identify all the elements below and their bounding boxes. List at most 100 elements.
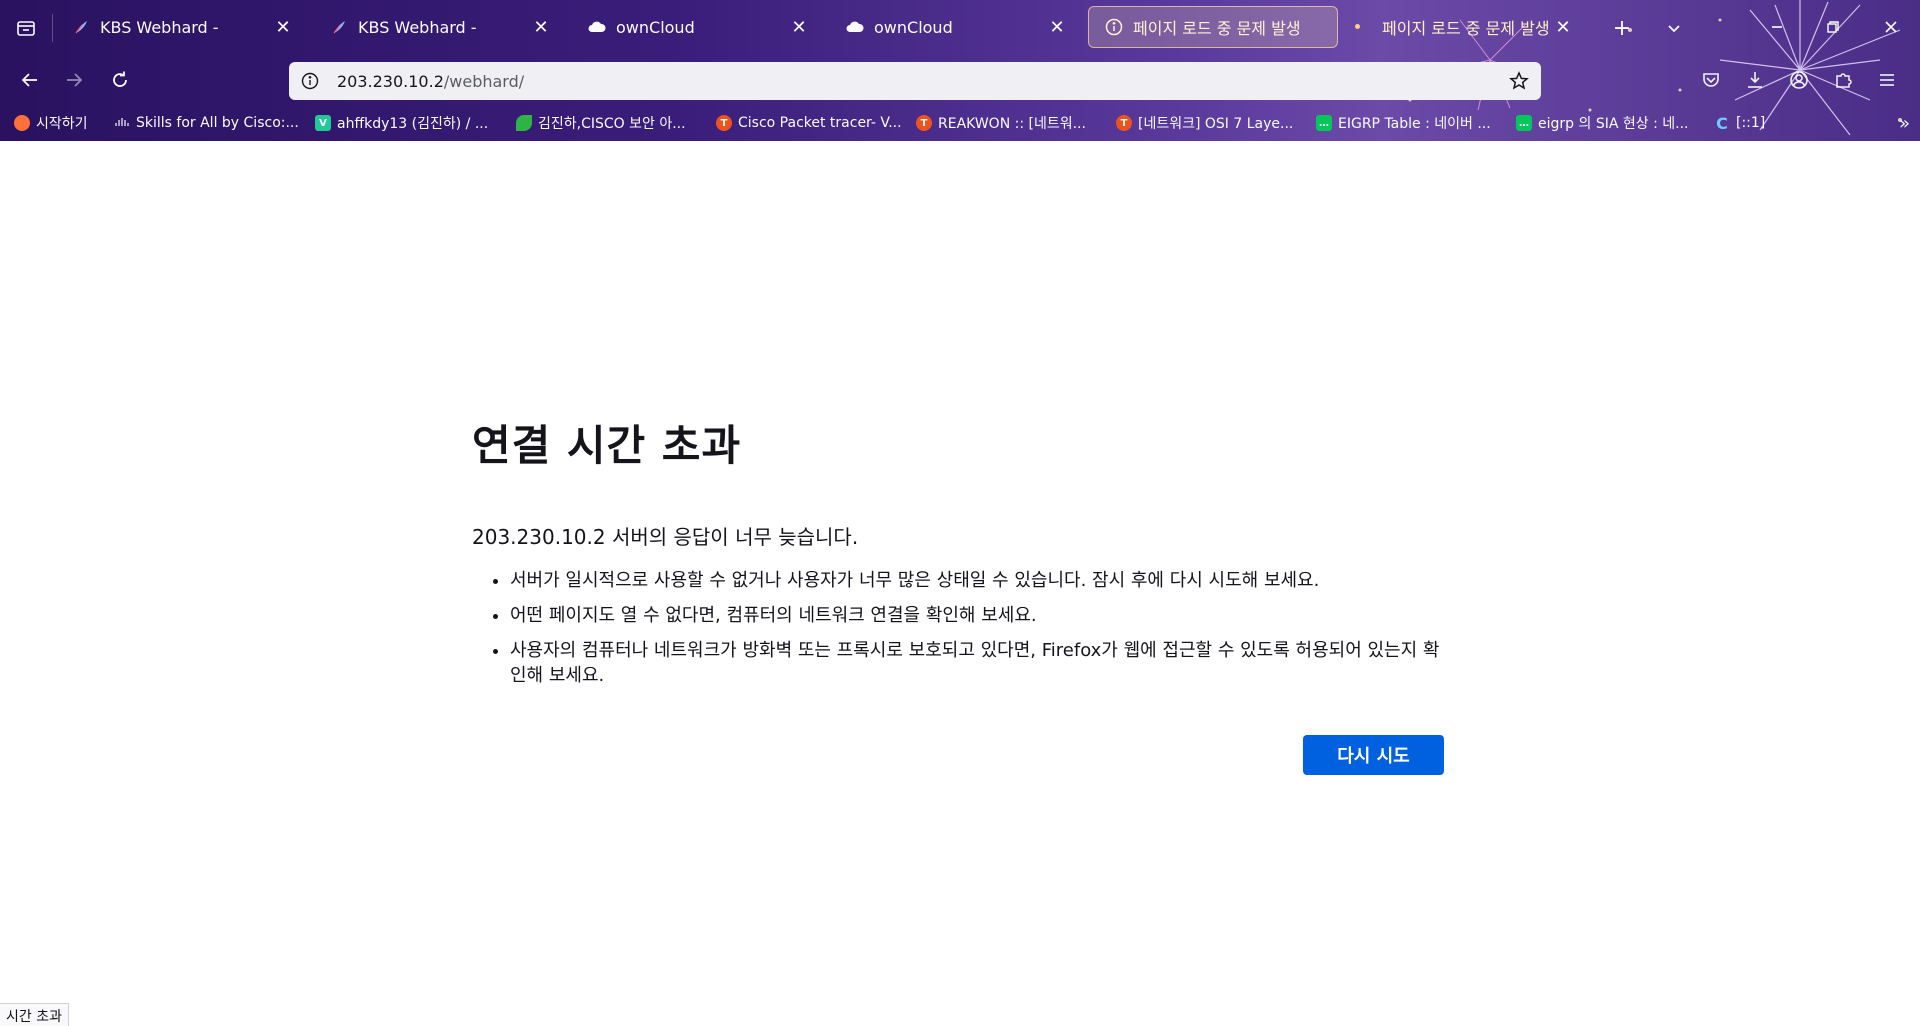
- back-button[interactable]: [14, 64, 46, 96]
- arrow-right-icon: [67, 73, 83, 87]
- puzzle-icon: [1836, 73, 1852, 88]
- url-bar[interactable]: 203.230.10.2/webhard/: [289, 62, 1541, 100]
- url-path: /webhard/: [443, 71, 525, 91]
- feather-icon: [330, 18, 348, 36]
- restore-icon: [1827, 21, 1839, 33]
- tab-load-error-2[interactable]: 페이지 로드 중 문제 발생 ✕: [1366, 6, 1586, 48]
- bookmark-label: REAKWON :: [네트워...: [938, 116, 1086, 132]
- download-icon: [1748, 72, 1762, 88]
- tab-close-icon[interactable]: ✕: [1046, 16, 1068, 38]
- restore-button[interactable]: [1810, 8, 1856, 46]
- naver-blog-icon: …: [1316, 115, 1332, 131]
- reload-icon: [113, 71, 127, 87]
- tab-strip: KBS Webhard - ✕ KBS Webhard - ✕ ownCloud…: [0, 0, 1920, 55]
- tab-kbs-webhard-1[interactable]: KBS Webhard - ✕: [56, 6, 306, 48]
- bookmarks-overflow-chevron-icon[interactable]: »: [1899, 113, 1910, 134]
- tab-load-error-active[interactable]: 페이지 로드 중 문제 발생: [1088, 6, 1338, 48]
- pocket-icon: [1703, 73, 1719, 87]
- url-host: 203.230.10.2: [337, 71, 444, 91]
- c-icon: C: [1716, 113, 1728, 133]
- bookmark-item[interactable]: V ahffkdy13 (김진하) / ...: [315, 111, 497, 135]
- chevron-down-icon: [1668, 25, 1680, 33]
- bookmark-item[interactable]: C [::1]: [1714, 111, 1814, 135]
- app-menu-button[interactable]: [1873, 66, 1901, 94]
- forward-button[interactable]: [58, 64, 90, 96]
- hamburger-menu-icon: [1880, 74, 1894, 86]
- bookmark-item[interactable]: T [네트워크] OSI 7 Laye...: [1116, 111, 1300, 135]
- status-panel: 시간 초과: [0, 1003, 69, 1026]
- minimize-button[interactable]: [1754, 8, 1800, 46]
- bookmark-item[interactable]: T Cisco Packet tracer- V...: [716, 111, 902, 135]
- error-page: 연결 시간 초과 203.230.10.2 서버의 응답이 너무 늦습니다. 서…: [472, 412, 1444, 775]
- pocket-button[interactable]: [1697, 66, 1725, 94]
- tab-owncloud-1[interactable]: ownCloud ✕: [572, 6, 822, 48]
- arrow-left-icon: [21, 73, 37, 87]
- tab-label: KBS Webhard -: [100, 17, 219, 37]
- error-title: 연결 시간 초과: [472, 421, 742, 470]
- cisco-icon: [114, 115, 130, 131]
- bookmark-label: Skills for All by Cisco:...: [136, 115, 299, 131]
- suggestion-item: 서버가 일시적으로 사용할 수 없거나 사용자가 너무 많은 상태일 수 있습니…: [510, 568, 1444, 593]
- tab-label: ownCloud: [616, 17, 695, 37]
- bookmark-star-icon[interactable]: [1507, 69, 1531, 93]
- bookmark-label: ahffkdy13 (김진하) / ...: [337, 116, 489, 132]
- bookmark-label: Cisco Packet tracer- V...: [738, 115, 902, 131]
- error-description: 203.230.10.2 서버의 응답이 너무 늦습니다.: [472, 525, 859, 549]
- tab-label: 페이지 로드 중 문제 발생: [1133, 19, 1301, 38]
- tab-owncloud-2[interactable]: ownCloud ✕: [830, 6, 1080, 48]
- tistory-icon: T: [1116, 115, 1132, 131]
- tab-separator: [52, 14, 53, 42]
- tistory-icon: T: [916, 115, 932, 131]
- bookmark-item[interactable]: 시작하기: [14, 111, 104, 135]
- cloud-icon: [846, 18, 864, 36]
- list-all-tabs-button[interactable]: [1658, 12, 1690, 44]
- close-window-button[interactable]: [1868, 8, 1914, 46]
- close-icon: [1885, 21, 1897, 33]
- bookmark-label: eigrp 의 SIA 현상 : 네...: [1538, 116, 1689, 132]
- naver-blog-icon: …: [1516, 115, 1532, 131]
- downloads-button[interactable]: [1741, 66, 1769, 94]
- tabs-list-icon: [17, 21, 35, 36]
- firefox-icon: [14, 115, 30, 131]
- bookmark-item[interactable]: 김진하,CISCO 보안 아...: [516, 111, 700, 135]
- tab-close-icon[interactable]: ✕: [1552, 16, 1574, 38]
- bookmark-label: [::1]: [1736, 115, 1766, 131]
- tab-kbs-webhard-2[interactable]: KBS Webhard - ✕: [314, 6, 564, 48]
- tab-close-icon[interactable]: ✕: [272, 16, 294, 38]
- minimize-icon: [1772, 26, 1782, 28]
- url-text[interactable]: 203.230.10.2/webhard/: [337, 72, 1507, 91]
- suggestion-item: 어떤 페이지도 열 수 없다면, 컴퓨터의 네트워크 연결을 확인해 보세요.: [510, 603, 1444, 628]
- bookmark-label: 시작하기: [36, 116, 88, 132]
- navigation-toolbar: 203.230.10.2/webhard/: [0, 55, 1920, 105]
- site-info-icon[interactable]: [299, 70, 321, 92]
- suggestion-item: 사용자의 컴퓨터나 네트워크가 방화벽 또는 프록시로 보호되고 있다면, Fi…: [510, 638, 1444, 688]
- leaf-icon: [516, 115, 532, 131]
- bookmark-label: 김진하,CISCO 보안 아...: [538, 116, 686, 132]
- bookmark-item[interactable]: … EIGRP Table : 네이버 ...: [1316, 111, 1500, 135]
- extensions-button[interactable]: [1829, 66, 1857, 94]
- account-icon: [1790, 71, 1808, 89]
- account-button[interactable]: [1785, 66, 1813, 94]
- bookmarks-toolbar: 시작하기 Skills for All by Cisco:... V ahffk…: [0, 105, 1920, 141]
- velog-icon: V: [315, 115, 331, 131]
- plus-icon: +: [1612, 15, 1632, 41]
- tab-close-icon[interactable]: ✕: [530, 16, 552, 38]
- info-icon: [1105, 18, 1123, 36]
- cloud-icon: [588, 18, 606, 36]
- new-tab-button[interactable]: +: [1606, 12, 1638, 44]
- bookmark-label: EIGRP Table : 네이버 ...: [1338, 116, 1491, 132]
- browser-chrome: KBS Webhard - ✕ KBS Webhard - ✕ ownCloud…: [0, 0, 1920, 141]
- retry-button[interactable]: 다시 시도: [1303, 735, 1444, 775]
- tab-attention-dot: [1355, 24, 1360, 29]
- bookmark-item[interactable]: … eigrp 의 SIA 현상 : 네...: [1516, 111, 1700, 135]
- tistory-icon: T: [716, 115, 732, 131]
- tab-close-icon[interactable]: ✕: [788, 16, 810, 38]
- bookmark-item[interactable]: T REAKWON :: [네트워...: [916, 111, 1100, 135]
- tab-label: ownCloud: [874, 17, 953, 37]
- tab-overview-button[interactable]: [8, 10, 44, 46]
- error-suggestions-list: 서버가 일시적으로 사용할 수 없거나 사용자가 너무 많은 상태일 수 있습니…: [472, 568, 1444, 688]
- bookmark-item[interactable]: Skills for All by Cisco:...: [114, 111, 300, 135]
- reload-button[interactable]: [104, 64, 136, 96]
- feather-icon: [72, 18, 90, 36]
- tab-label: KBS Webhard -: [358, 17, 477, 37]
